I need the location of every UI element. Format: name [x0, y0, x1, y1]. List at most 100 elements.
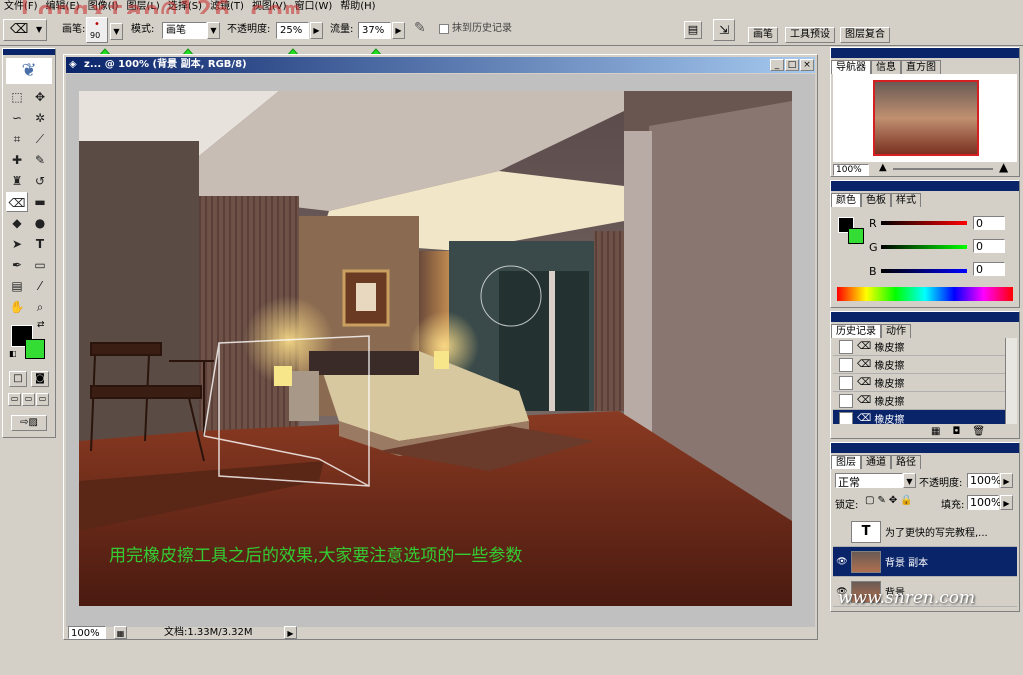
tab-histogram[interactable]: 直方图 — [901, 60, 941, 74]
type-tool-icon[interactable]: T — [29, 234, 51, 254]
lasso-tool-icon[interactable]: ∽ — [6, 108, 28, 128]
bedroom-render-image[interactable]: 用完橡皮擦工具之后的效果,大家要注意选项的一些参数 — [79, 91, 792, 606]
tab-info[interactable]: 信息 — [871, 60, 901, 74]
menu-select[interactable]: 选择(S) — [164, 0, 206, 14]
clone-stamp-tool-icon[interactable]: ♜ — [6, 171, 28, 191]
status-arrow-icon[interactable]: ▶ — [284, 626, 297, 639]
layer-opacity-input[interactable]: 100% — [967, 473, 1001, 488]
opacity-slider-button[interactable]: ▶ — [310, 22, 323, 39]
tab-tool-presets[interactable]: 工具预设 — [785, 27, 835, 43]
list-item[interactable]: ⌫ 橡皮擦 — [833, 392, 1005, 410]
blur-tool-icon[interactable]: ◆ — [6, 213, 28, 233]
path-selection-tool-icon[interactable]: ➤ — [6, 234, 28, 254]
jump-to-imageready-icon[interactable]: ⇨▨ — [11, 415, 47, 431]
zoom-field[interactable]: 100% — [68, 626, 106, 639]
flow-input[interactable]: 37% — [358, 22, 391, 39]
tab-channels[interactable]: 通道 — [861, 455, 891, 469]
quick-mask-icon[interactable]: ◙ — [31, 371, 49, 387]
blend-mode-dropdown[interactable]: ▼ — [903, 473, 916, 488]
history-scrollbar[interactable] — [1005, 338, 1017, 424]
menu-file[interactable]: 文件(F) — [0, 0, 42, 14]
menu-edit[interactable]: 编辑(E) — [42, 0, 84, 14]
healing-brush-tool-icon[interactable]: ✚ — [6, 150, 28, 170]
eyedropper-tool-icon[interactable]: ⁄ — [29, 276, 51, 296]
trash-icon[interactable]: 🗑 — [972, 426, 985, 437]
zoom-out-icon[interactable]: ▲ — [879, 162, 887, 173]
tab-actions[interactable]: 动作 — [881, 324, 911, 338]
airbrush-icon[interactable]: ✎ — [414, 20, 426, 36]
file-browser-button[interactable]: ▤ — [684, 21, 702, 39]
mode-dropdown-button[interactable]: ▼ — [207, 22, 220, 39]
menu-help[interactable]: 帮助(H) — [336, 0, 379, 14]
gradient-tool-icon[interactable]: ▬ — [29, 192, 51, 212]
menu-layer[interactable]: 图层(L) — [122, 0, 163, 14]
move-tool-icon[interactable]: ✥ — [29, 87, 51, 107]
mode-select[interactable]: 画笔 — [162, 22, 207, 39]
r-slider[interactable] — [881, 221, 967, 225]
list-item[interactable]: ⌫ 橡皮擦 — [833, 374, 1005, 392]
brush-tool-icon[interactable]: ✎ — [29, 150, 51, 170]
magic-wand-tool-icon[interactable]: ✲ — [29, 108, 51, 128]
layer-opacity-button[interactable]: ▶ — [1000, 473, 1013, 488]
fill-input[interactable]: 100% — [967, 495, 1001, 510]
background-color-swatch[interactable] — [25, 339, 45, 359]
eye-icon[interactable]: 👁 — [833, 557, 851, 567]
slice-tool-icon[interactable]: ⟋ — [29, 129, 51, 149]
tab-layers[interactable]: 图层 — [831, 455, 861, 469]
list-item[interactable]: ⌫ 橡皮擦 — [833, 410, 1005, 424]
tab-color[interactable]: 颜色 — [831, 193, 861, 207]
tab-layer-comps[interactable]: 图层复合 — [840, 27, 890, 43]
shape-tool-icon[interactable]: ▭ — [29, 255, 51, 275]
document-title[interactable]: ◈ z... @ 100% (背景 副本, RGB/8) — [66, 57, 815, 73]
blend-mode-select[interactable]: 正常 — [835, 473, 903, 489]
screen-mode-standard-icon[interactable]: ▭ — [8, 393, 21, 406]
menu-filter[interactable]: 滤镜(T) — [206, 0, 248, 14]
color-bg-swatch[interactable] — [848, 228, 864, 244]
tab-swatches[interactable]: 色板 — [861, 193, 891, 207]
list-item[interactable]: ⌫ 橡皮擦 — [833, 338, 1005, 356]
g-slider[interactable] — [881, 245, 967, 249]
brush-preview[interactable]: • 90 — [86, 17, 108, 43]
r-input[interactable]: 0 — [973, 216, 1005, 230]
minimize-button[interactable]: _ — [770, 59, 784, 71]
new-document-icon[interactable]: ▦ — [931, 426, 940, 437]
crop-tool-icon[interactable]: ⌗ — [6, 129, 28, 149]
lock-icons[interactable]: ▢✎✥🔒 — [865, 495, 916, 506]
hand-tool-icon[interactable]: ✋ — [6, 297, 28, 317]
fill-button[interactable]: ▶ — [1000, 495, 1013, 510]
standard-mode-icon[interactable]: □ — [9, 371, 27, 387]
tab-paths[interactable]: 路径 — [891, 455, 921, 469]
navigator-thumbnail[interactable] — [873, 80, 979, 156]
navigator-zoom-slider[interactable] — [893, 168, 993, 170]
notes-tool-icon[interactable]: ▤ — [6, 276, 28, 296]
zoom-tool-icon[interactable]: ⌕ — [29, 297, 51, 317]
history-brush-tool-icon[interactable]: ↺ — [29, 171, 51, 191]
canvas-area[interactable]: 用完橡皮擦工具之后的效果,大家要注意选项的一些参数 — [66, 74, 815, 627]
dodge-tool-icon[interactable]: ● — [29, 213, 51, 233]
b-input[interactable]: 0 — [973, 262, 1005, 276]
erase-history-checkbox[interactable] — [439, 24, 449, 34]
screen-mode-full-icon[interactable]: ▭ — [36, 393, 49, 406]
default-colors-icon[interactable]: ◧ — [9, 349, 17, 358]
opacity-input[interactable]: 25% — [276, 22, 309, 39]
zoom-in-icon[interactable]: ▲ — [999, 160, 1008, 174]
swap-colors-icon[interactable]: ⇄ — [37, 320, 45, 330]
maximize-button[interactable]: □ — [785, 59, 799, 71]
layer-row[interactable]: 👁 背景 副本 — [833, 547, 1017, 577]
tool-preset-picker[interactable]: ⌫ ▼ — [3, 19, 47, 41]
tab-navigator[interactable]: 导航器 — [831, 60, 871, 74]
pen-tool-icon[interactable]: ✒ — [6, 255, 28, 275]
snapshot-icon[interactable]: ◘ — [952, 426, 960, 437]
status-menu-icon[interactable]: ▦ — [114, 626, 127, 639]
list-item[interactable]: ⌫ 橡皮擦 — [833, 356, 1005, 374]
tab-brushes[interactable]: 画笔 — [748, 27, 778, 43]
color-spectrum-bar[interactable] — [837, 287, 1013, 301]
tab-styles[interactable]: 样式 — [891, 193, 921, 207]
navigator-zoom-field[interactable]: 100% — [833, 164, 869, 176]
eraser-tool-icon[interactable]: ⌫ — [6, 192, 28, 212]
b-slider[interactable] — [881, 269, 967, 273]
close-button[interactable]: × — [800, 59, 814, 71]
screen-mode-menu-icon[interactable]: ▭ — [22, 393, 35, 406]
imageready-button[interactable]: ⇲ — [713, 19, 735, 41]
menu-image[interactable]: 图像(I) — [84, 0, 123, 14]
